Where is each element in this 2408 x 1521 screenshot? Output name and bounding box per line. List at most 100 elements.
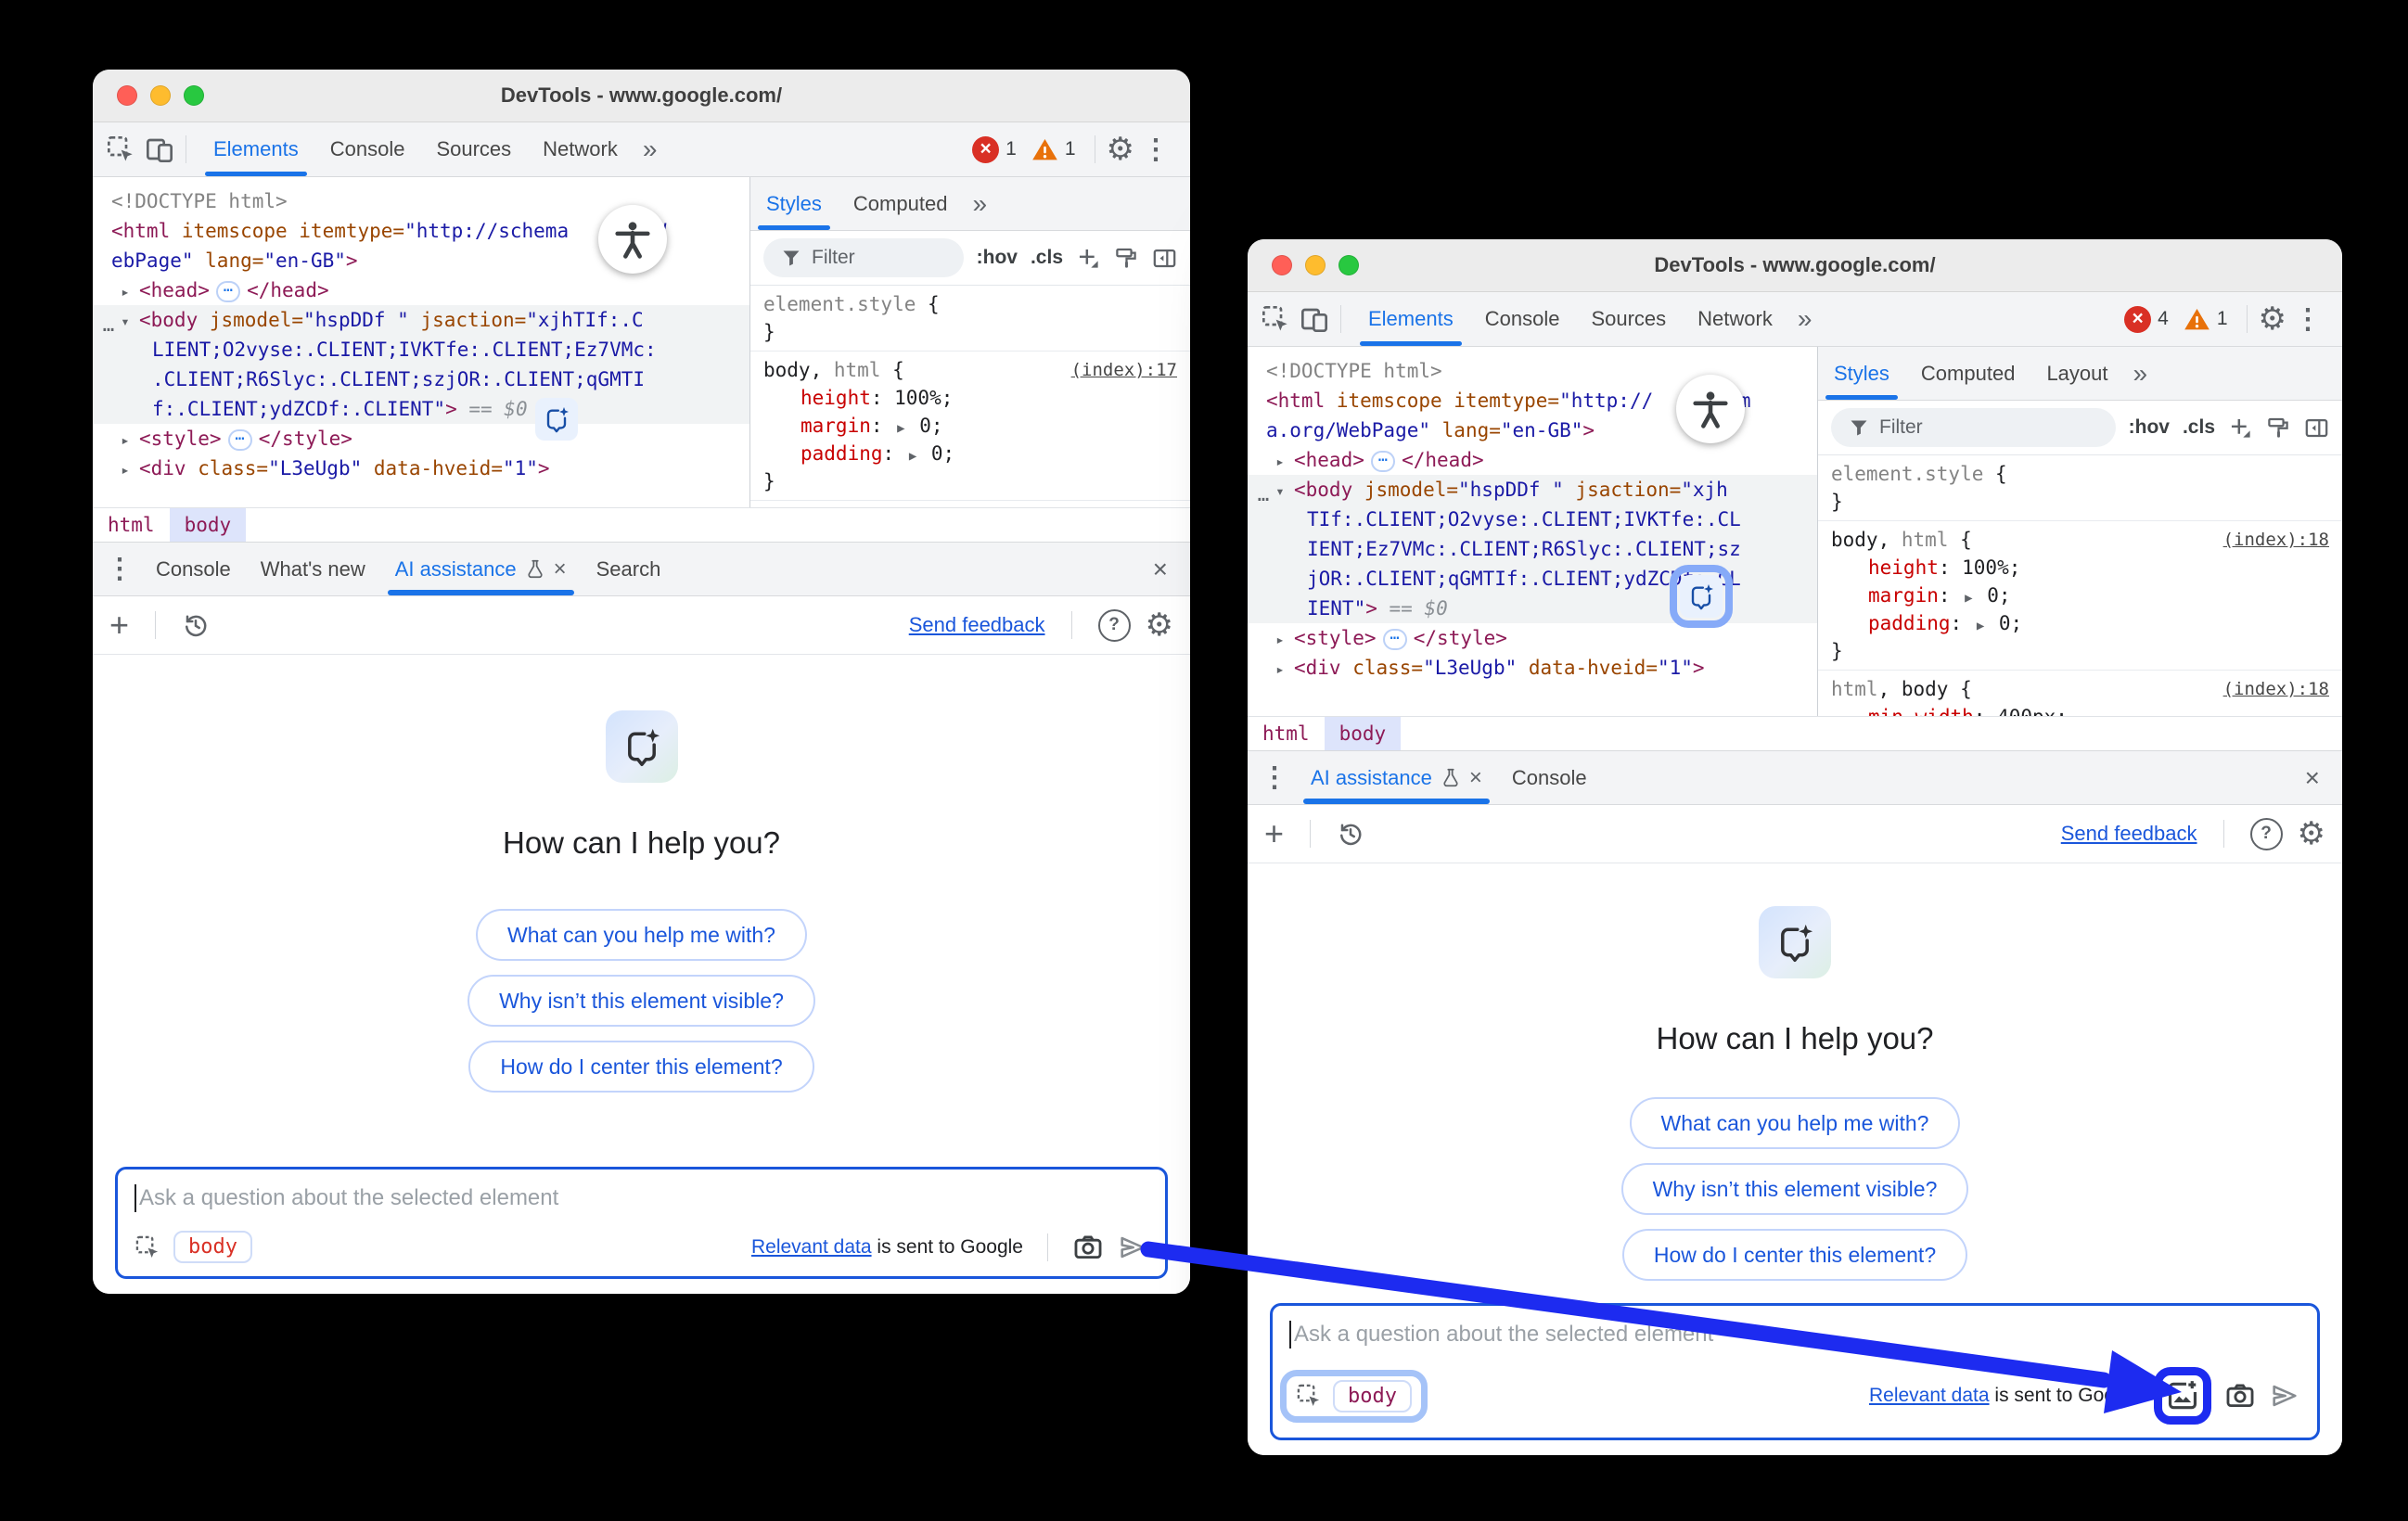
settings-gear-icon[interactable]: ⚙ xyxy=(2298,818,2325,850)
drawer-tab-search[interactable]: Search xyxy=(582,543,676,595)
close-window-button[interactable] xyxy=(1272,255,1292,275)
dom-line[interactable]: ▸<head>⋯</head> xyxy=(1248,445,1817,475)
css-rule-body-html[interactable]: body, html { (index):18 height: 100%; ma… xyxy=(1818,521,2342,671)
history-icon[interactable] xyxy=(182,611,210,639)
drawer-tab-ai-assistance[interactable]: AI assistance × xyxy=(1296,751,1497,804)
dom-line[interactable]: IENT;Ez7VMc:.CLIENT;R6Slyc:.CLIENT;sz xyxy=(1248,534,1817,564)
more-tabs-icon[interactable]: » xyxy=(634,134,667,164)
breadcrumb-body[interactable]: body xyxy=(1325,717,1402,750)
toggle-cls-button[interactable]: .cls xyxy=(1031,247,1063,269)
kebab-menu-icon[interactable]: ⋮ xyxy=(2286,303,2329,336)
close-drawer-icon[interactable]: × xyxy=(2288,763,2337,793)
dom-line[interactable]: ▸<div class="L3eUgb" data-hveid="1"> xyxy=(93,454,749,483)
close-window-button[interactable] xyxy=(117,85,137,106)
close-tab-icon[interactable]: × xyxy=(554,556,567,582)
tab-sources[interactable]: Sources xyxy=(1575,292,1682,346)
tab-elements[interactable]: Elements xyxy=(1352,292,1469,346)
kebab-menu-icon[interactable]: ⋮ xyxy=(1134,134,1177,166)
device-toolbar-icon[interactable] xyxy=(145,134,174,164)
toggle-cls-button[interactable]: .cls xyxy=(2183,416,2215,439)
relevant-data-link[interactable]: Relevant data xyxy=(751,1236,872,1258)
more-tabs-icon[interactable]: » xyxy=(1788,304,1822,334)
error-badge[interactable]: ×1 xyxy=(972,136,1017,163)
styles-filter-input[interactable]: Filter xyxy=(763,238,964,277)
breadcrumb-body[interactable]: body xyxy=(170,508,247,542)
breadcrumb-html[interactable]: html xyxy=(1248,717,1325,750)
dom-line[interactable]: ▸<div class="L3eUgb" data-hveid="1"> xyxy=(1248,653,1817,683)
suggestion-what-can-you-help[interactable]: What can you help me with? xyxy=(1630,1097,1961,1149)
add-image-icon[interactable] xyxy=(2165,1378,2200,1413)
new-chat-icon[interactable]: + xyxy=(1264,817,1284,850)
node-menu-dots-icon[interactable]: ⋯ xyxy=(1249,484,1277,514)
inspect-icon[interactable] xyxy=(1296,1383,1322,1409)
tab-styles[interactable]: Styles xyxy=(1818,347,1905,400)
settings-gear-icon[interactable]: ⚙ xyxy=(2259,303,2286,335)
breadcrumb-html[interactable]: html xyxy=(93,508,170,542)
drawer-tab-ai-assistance[interactable]: AI assistance × xyxy=(380,543,582,595)
new-chat-icon[interactable]: + xyxy=(109,608,129,642)
suggestion-how-center[interactable]: How do I center this element? xyxy=(1622,1229,1967,1281)
stylesheet-source-link[interactable]: (index):17 xyxy=(1071,360,1177,380)
send-feedback-link[interactable]: Send feedback xyxy=(2061,822,2197,846)
ai-assistance-badge-icon[interactable] xyxy=(535,398,578,441)
new-style-rule-icon[interactable] xyxy=(2228,415,2253,441)
suggestion-why-not-visible[interactable]: Why isn’t this element visible? xyxy=(468,975,815,1027)
tab-elements[interactable]: Elements xyxy=(198,122,314,176)
relevant-data-link[interactable]: Relevant data xyxy=(1869,1385,1990,1406)
node-menu-dots-icon[interactable]: ⋯ xyxy=(95,314,122,344)
screenshot-camera-icon[interactable] xyxy=(2224,1380,2256,1412)
tab-network[interactable]: Network xyxy=(527,122,634,176)
drawer-menu-icon[interactable]: ⋮ xyxy=(1253,761,1296,794)
maximize-window-button[interactable] xyxy=(1338,255,1359,275)
dom-line[interactable]: .CLIENT;R6Slyc:.CLIENT;szjOR:.CLIENT;qGM… xyxy=(93,364,749,394)
minimize-window-button[interactable] xyxy=(1305,255,1326,275)
drawer-tab-whats-new[interactable]: What's new xyxy=(246,543,380,595)
css-rule-body-html[interactable]: body, html { (index):17 height: 100%; ma… xyxy=(750,351,1190,501)
stylesheet-source-link[interactable]: (index):18 xyxy=(2223,679,2329,699)
warning-badge[interactable]: 1 xyxy=(2184,306,2228,333)
inspect-icon[interactable] xyxy=(106,134,135,164)
settings-gear-icon[interactable]: ⚙ xyxy=(1107,134,1134,165)
selected-element-chip[interactable]: body xyxy=(1333,1380,1412,1412)
suggestion-what-can-you-help[interactable]: What can you help me with? xyxy=(476,909,807,961)
toggle-hov-button[interactable]: :hov xyxy=(2129,416,2170,439)
drawer-menu-icon[interactable]: ⋮ xyxy=(98,553,141,585)
selected-element-chip[interactable]: body xyxy=(173,1231,252,1263)
device-toolbar-icon[interactable] xyxy=(1300,304,1329,334)
inspect-icon[interactable] xyxy=(1261,304,1290,334)
stylesheet-source-link[interactable]: (index):18 xyxy=(2223,530,2329,550)
css-rule-element-style[interactable]: element.style { } xyxy=(750,286,1190,351)
help-icon[interactable]: ? xyxy=(1098,609,1131,642)
toggle-hov-button[interactable]: :hov xyxy=(977,247,1018,269)
settings-gear-icon[interactable]: ⚙ xyxy=(1146,609,1173,641)
tab-sources[interactable]: Sources xyxy=(420,122,527,176)
css-rule-html-body-clipped[interactable]: html, body { (index):17 xyxy=(750,501,1190,507)
minimize-window-button[interactable] xyxy=(150,85,171,106)
dom-line[interactable]: ▸<style>⋯</style> xyxy=(93,424,749,454)
send-prompt-icon[interactable] xyxy=(1117,1232,1148,1263)
dom-line-selected[interactable]: ▾<body jsmodel="hspDDf " jsaction="xjhTI… xyxy=(93,305,749,335)
close-drawer-icon[interactable]: × xyxy=(1136,555,1185,584)
tab-styles[interactable]: Styles xyxy=(750,177,838,230)
more-tabs-icon[interactable]: » xyxy=(2124,359,2158,389)
help-icon[interactable]: ? xyxy=(2250,818,2283,850)
inspect-icon[interactable] xyxy=(134,1234,160,1260)
new-style-rule-icon[interactable] xyxy=(1076,246,1101,271)
dom-line[interactable]: LIENT;O2vyse:.CLIENT;IVKTfe:.CLIENT;Ez7V… xyxy=(93,335,749,364)
ai-prompt-input[interactable]: Ask a question about the selected elemen… xyxy=(1270,1303,2320,1440)
sidebar-panel-icon[interactable] xyxy=(1152,246,1177,271)
drawer-tab-console[interactable]: Console xyxy=(1497,751,1602,804)
send-feedback-link[interactable]: Send feedback xyxy=(909,613,1045,637)
css-rule-html-body[interactable]: html, body { (index):18 min-width: 400px… xyxy=(1818,671,2342,716)
tab-layout[interactable]: Layout xyxy=(2030,347,2123,400)
dom-line[interactable]: TIf:.CLIENT;O2vyse:.CLIENT;IVKTfe:.CL xyxy=(1248,505,1817,534)
maximize-window-button[interactable] xyxy=(184,85,204,106)
suggestion-how-center[interactable]: How do I center this element? xyxy=(468,1041,813,1093)
error-badge[interactable]: ×4 xyxy=(2124,306,2169,333)
dom-line-selected[interactable]: ▾<body jsmodel="hspDDf " jsaction="xjh xyxy=(1248,475,1817,505)
tab-computed[interactable]: Computed xyxy=(838,177,964,230)
styles-filter-input[interactable]: Filter xyxy=(1831,408,2116,447)
warning-badge[interactable]: 1 xyxy=(1031,136,1076,163)
paint-roller-icon[interactable] xyxy=(2266,415,2291,441)
css-rule-element-style[interactable]: element.style { } xyxy=(1818,455,2342,521)
